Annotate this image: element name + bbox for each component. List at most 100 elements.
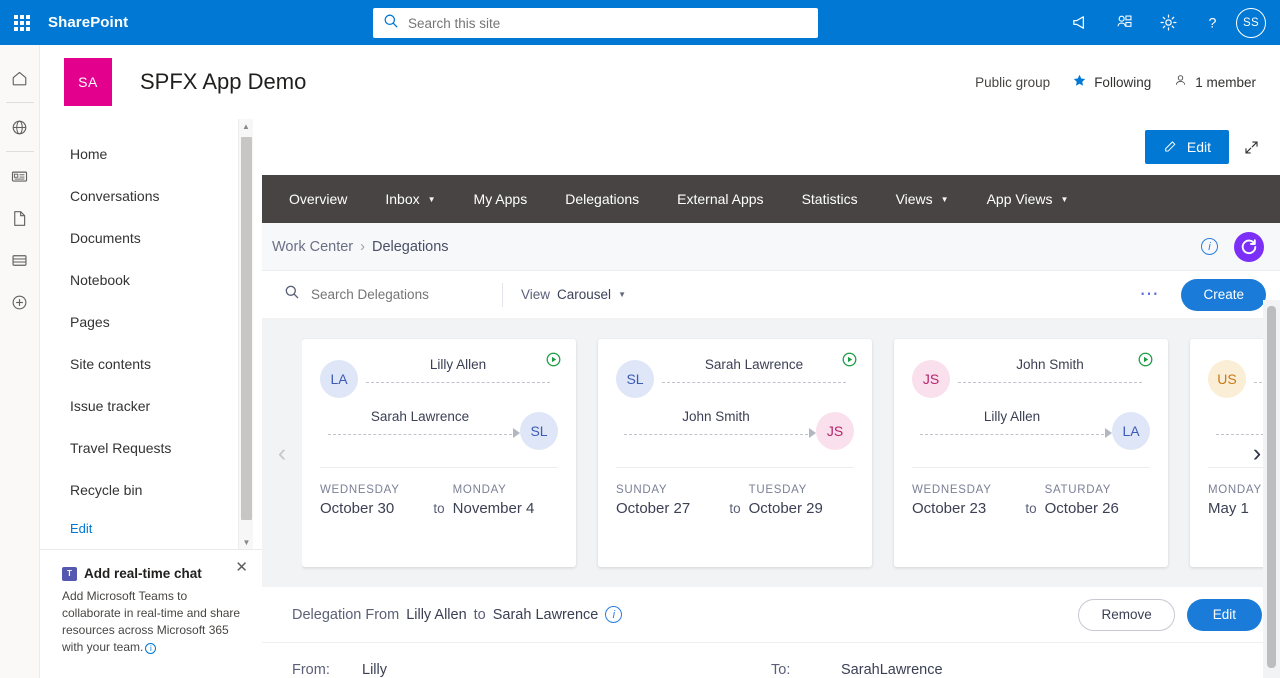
- promo-title-text: Add real-time chat: [84, 566, 202, 581]
- page-title[interactable]: SPFX App Demo: [140, 69, 306, 95]
- sharepoint-brand[interactable]: SharePoint: [48, 14, 128, 31]
- sidebar-item-site-contents[interactable]: Site contents: [40, 343, 262, 385]
- site-meta: Public group Following 1 member: [975, 73, 1256, 91]
- detail-from-to-row: From: Lilly To: SarahLawrence: [262, 643, 1280, 678]
- scroll-thumb[interactable]: [241, 137, 252, 520]
- chevron-right-icon[interactable]: ›: [1234, 319, 1280, 587]
- expand-icon[interactable]: [1243, 139, 1260, 156]
- question-icon[interactable]: ?: [1190, 0, 1234, 45]
- arrow-right-icon: [809, 428, 816, 438]
- sidebar-item-pages[interactable]: Pages: [40, 301, 262, 343]
- start-date: October 30: [320, 500, 395, 517]
- site-search-box[interactable]: [373, 8, 818, 38]
- home-icon[interactable]: [0, 57, 40, 99]
- from-value: Lilly: [362, 662, 387, 678]
- delegation-detail-header: Delegation From Lilly Allen to Sarah Law…: [262, 587, 1280, 643]
- avatar: SL: [616, 360, 654, 398]
- rail-divider: [5, 102, 34, 103]
- sidebar-item-notebook[interactable]: Notebook: [40, 259, 262, 301]
- app-launcher-icon[interactable]: [0, 0, 44, 45]
- sidebar-item-home[interactable]: Home: [40, 133, 262, 175]
- breadcrumb-root[interactable]: Work Center: [272, 239, 353, 255]
- sidebar-item-conversations[interactable]: Conversations: [40, 175, 262, 217]
- breadcrumb-current[interactable]: Delegations: [372, 239, 449, 255]
- end-date-box: MONDAY November 4: [453, 484, 558, 517]
- person-icon: [1173, 73, 1188, 91]
- tab-delegations[interactable]: Delegations: [546, 175, 658, 223]
- sidebar-item-travel-requests[interactable]: Travel Requests: [40, 427, 262, 469]
- detail-from-field: From: Lilly: [292, 662, 771, 678]
- toolbar-actions: ⋯ Create: [1133, 278, 1266, 311]
- site-logo: SA: [64, 58, 112, 106]
- card-to-line: John Smith: [616, 409, 816, 450]
- chevron-down-icon: ▼: [1060, 194, 1069, 204]
- info-icon[interactable]: i: [145, 643, 157, 654]
- refresh-icon[interactable]: [1234, 231, 1264, 262]
- sidebar-item-recycle-bin[interactable]: Recycle bin: [40, 469, 262, 511]
- plus-circle-icon[interactable]: [0, 281, 40, 323]
- following-button[interactable]: Following: [1072, 73, 1151, 91]
- scroll-up-icon[interactable]: ▲: [239, 119, 253, 133]
- end-date: October 26: [1044, 500, 1119, 517]
- remove-button[interactable]: Remove: [1078, 598, 1175, 631]
- suite-actions: ? SS: [1058, 0, 1274, 45]
- tab-external-apps[interactable]: External Apps: [658, 175, 782, 223]
- search-input[interactable]: [408, 15, 808, 31]
- carousel-track: LA Lilly Allen Sarah Lawrence SL WEDNESD…: [302, 319, 1280, 587]
- from-name: John Smith: [1016, 357, 1084, 372]
- left-nav-scrollbar[interactable]: ▲ ▼: [238, 119, 253, 549]
- list-icon[interactable]: [0, 239, 40, 281]
- arrow-right-icon: [1105, 428, 1112, 438]
- document-icon[interactable]: [0, 197, 40, 239]
- create-button[interactable]: Create: [1181, 278, 1266, 311]
- close-icon[interactable]: ✕: [235, 560, 248, 575]
- edit-navigation-link[interactable]: Edit: [40, 521, 262, 536]
- members-button[interactable]: 1 member: [1173, 73, 1256, 91]
- search-delegations-input[interactable]: [311, 287, 494, 302]
- rail-divider: [5, 151, 34, 152]
- tab-my-apps[interactable]: My Apps: [455, 175, 547, 223]
- tab-statistics[interactable]: Statistics: [783, 175, 877, 223]
- ellipsis-icon[interactable]: ⋯: [1133, 285, 1165, 304]
- view-selector[interactable]: View Carousel ▼: [521, 287, 626, 302]
- members-label: 1 member: [1195, 74, 1256, 90]
- info-icon[interactable]: i: [605, 606, 623, 623]
- sidebar-item-documents[interactable]: Documents: [40, 217, 262, 259]
- delegation-card[interactable]: SL Sarah Lawrence John Smith JS SUNDAY O…: [598, 339, 872, 567]
- tab-label: External Apps: [677, 191, 764, 207]
- promo-title: T Add real-time chat: [62, 566, 244, 581]
- megaphone-icon[interactable]: [1058, 0, 1102, 45]
- gear-icon[interactable]: [1146, 0, 1190, 45]
- tab-inbox[interactable]: Inbox ▼: [366, 175, 454, 223]
- people-icon[interactable]: [1102, 0, 1146, 45]
- tab-app-views[interactable]: App Views ▼: [968, 175, 1088, 223]
- globe-icon[interactable]: [0, 106, 40, 148]
- news-icon[interactable]: [0, 155, 40, 197]
- delegation-card[interactable]: JS John Smith Lilly Allen LA WEDNESDAY O…: [894, 339, 1168, 567]
- detail-to-name: Sarah Lawrence: [492, 606, 599, 623]
- view-label: View: [521, 287, 551, 302]
- search-icon: [383, 13, 399, 34]
- detail-to-field: To: SarahLawrence: [771, 662, 1250, 678]
- scroll-down-icon[interactable]: ▼: [239, 535, 254, 549]
- from-name: Sarah Lawrence: [704, 357, 804, 372]
- avatar: JS: [816, 412, 854, 450]
- tab-overview[interactable]: Overview: [270, 175, 366, 223]
- sidebar-item-issue-tracker[interactable]: Issue tracker: [40, 385, 262, 427]
- delegation-card[interactable]: LA Lilly Allen Sarah Lawrence SL WEDNESD…: [302, 339, 576, 567]
- edit-page-button[interactable]: Edit: [1144, 130, 1229, 164]
- teams-icon: T: [62, 566, 77, 581]
- card-from-row: JS John Smith: [912, 353, 1150, 405]
- from-label: From:: [292, 662, 330, 678]
- dotted-line: [366, 382, 550, 383]
- left-navigation: Home Conversations Documents Notebook Pa…: [40, 119, 262, 549]
- start-date-box: WEDNESDAY October 23: [912, 484, 1017, 517]
- search-delegations-box[interactable]: [284, 284, 494, 305]
- avatar[interactable]: SS: [1236, 7, 1266, 38]
- chevron-left-icon[interactable]: ‹: [262, 439, 302, 468]
- card-from-line: Sarah Lawrence: [654, 357, 854, 398]
- tab-views[interactable]: Views ▼: [877, 175, 968, 223]
- end-date-box: SATURDAY October 26: [1045, 484, 1150, 517]
- edit-delegation-button[interactable]: Edit: [1186, 598, 1262, 631]
- info-icon[interactable]: i: [1201, 238, 1218, 255]
